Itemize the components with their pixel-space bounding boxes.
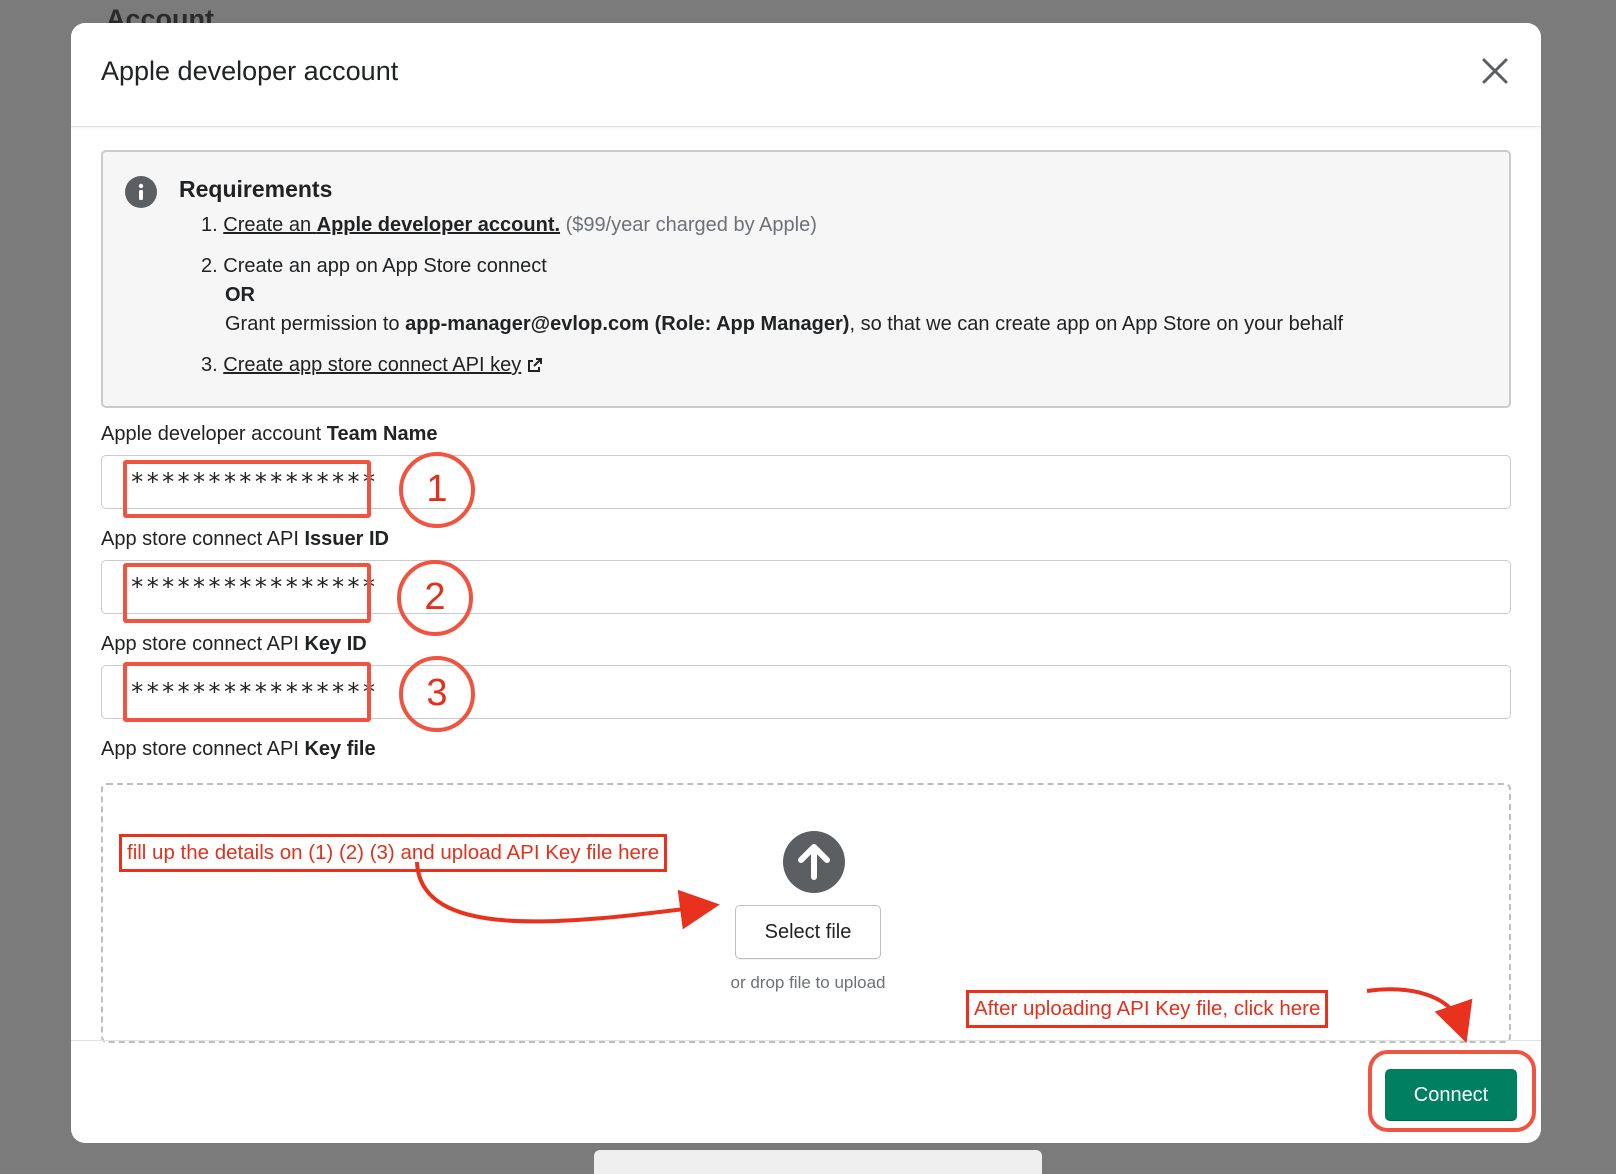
annotation-connect-note: After uploading API Key file, click here [966,990,1329,1028]
label-prefix: Apple developer account [101,423,327,445]
annotation-circle-1: 1 [399,452,475,528]
close-icon [1482,58,1508,84]
key-id-label: App store connect API Key ID [101,633,367,656]
upload-arrow-icon [783,831,845,893]
label-bold: Team Name [326,423,438,445]
grant-suffix: , so that we can create app on App Store… [849,313,1344,335]
info-icon [125,176,157,208]
link-prefix: Create an [223,214,317,236]
issuer-id-label: App store connect API Issuer ID [101,528,389,551]
key-file-label: App store connect API Key file [101,738,376,761]
annotation-box-2 [123,563,371,623]
modal-header: Apple developer account [71,23,1541,127]
modal-title: Apple developer account [101,56,399,86]
team-name-label: Apple developer account Team Name [101,423,438,446]
label-bold: Key file [304,738,376,760]
apple-developer-modal: Apple developer account Requirements 1. … [71,23,1541,1143]
annotation-fill-note: fill up the details on (1) (2) (3) and u… [119,834,668,872]
app-manager-email: app-manager@evlop.com (Role: App Manager… [405,313,850,335]
annotation-circle-3: 3 [399,656,475,732]
pricing-note: ($99/year charged by Apple) [560,214,817,236]
label-bold: Issuer ID [304,528,389,550]
close-button[interactable] [1477,53,1513,89]
external-link-icon [527,356,543,379]
grant-prefix: Grant permission to [225,313,406,335]
requirement-item-1: 1. Create an Apple developer account. ($… [201,214,817,237]
requirements-banner: Requirements 1. Create an Apple develope… [101,150,1511,408]
label-prefix: App store connect API [101,738,305,760]
modal-footer: Connect [71,1040,1541,1143]
requirements-title: Requirements [179,176,333,202]
background-card [594,1150,1042,1174]
select-file-button[interactable]: Select file [735,905,881,959]
apple-developer-account-link[interactable]: Create an Apple developer account. [223,214,560,236]
item-number: 2. [201,255,218,277]
annotation-circle-2: 2 [397,560,473,636]
label-prefix: App store connect API [101,528,305,550]
item-number: 1. [201,214,218,236]
item-number: 3. [201,354,218,376]
drop-file-hint: or drop file to upload [730,973,886,992]
requirement-item-3: 3. Create app store connect API key [201,354,543,379]
label-bold: Key ID [304,633,367,655]
annotation-box-3 [123,662,371,722]
label-prefix: App store connect API [101,633,305,655]
grant-permission-text: Grant permission to app-manager@evlop.co… [225,313,1343,336]
annotation-box-1 [123,460,371,518]
requirement-item-2: 2. Create an app on App Store connect [201,255,547,278]
or-separator: OR [225,284,255,306]
create-api-key-link[interactable]: Create app store connect API key [223,354,521,376]
connect-button[interactable]: Connect [1385,1069,1517,1121]
create-app-text: Create an app on App Store connect [223,255,547,277]
link-bold: Apple developer account. [316,214,561,236]
